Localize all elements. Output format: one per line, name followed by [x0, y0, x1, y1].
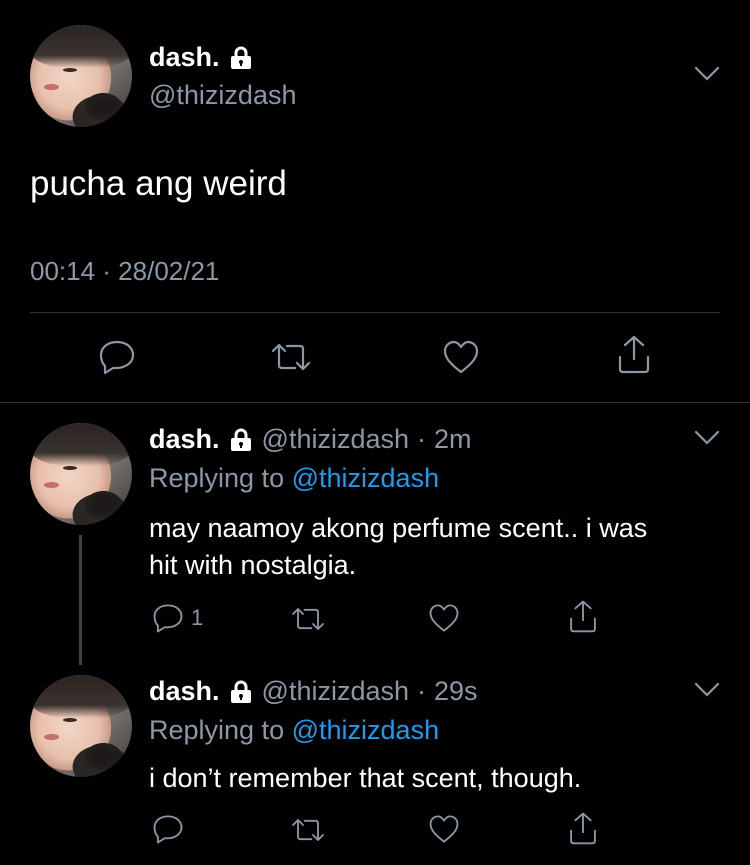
replying-to-link[interactable]: @thizizdash [292, 463, 439, 493]
reply-icon [151, 602, 185, 634]
reply-button[interactable]: 1 [151, 602, 203, 634]
like-icon[interactable] [427, 813, 461, 845]
lock-icon [230, 46, 252, 70]
author-name[interactable]: dash. [149, 676, 220, 707]
avatar[interactable] [30, 423, 132, 525]
chevron-down-icon[interactable] [694, 682, 720, 698]
replying-to-label: Replying to [149, 463, 285, 493]
thread-line [79, 535, 82, 665]
reply-icon[interactable] [151, 813, 185, 845]
tweet-text-line: may naamoy akong perfume scent.. i was [149, 513, 648, 543]
tweet-text: pucha ang weird [30, 164, 287, 203]
author-name[interactable]: dash. [149, 424, 220, 455]
like-icon[interactable] [427, 602, 461, 634]
share-icon[interactable] [566, 598, 600, 634]
replying-to-link[interactable]: @thizizdash [292, 715, 439, 745]
reply-count: 1 [191, 605, 204, 630]
reply-icon[interactable] [97, 338, 137, 376]
divider [0, 402, 750, 403]
relative-time[interactable]: 2m [434, 424, 472, 455]
author-name[interactable]: dash. [149, 42, 220, 73]
replying-to-label: Replying to [149, 715, 285, 745]
avatar[interactable] [30, 675, 132, 777]
chevron-down-icon[interactable] [694, 66, 720, 82]
divider [30, 312, 720, 313]
time-separator: · [417, 676, 427, 706]
lock-icon [230, 428, 252, 452]
tweet-text-line: hit with nostalgia. [149, 550, 357, 580]
author-handle[interactable]: @thizizdash [149, 80, 296, 111]
like-icon[interactable] [441, 338, 481, 376]
share-icon[interactable] [614, 333, 654, 375]
retweet-icon[interactable] [289, 815, 327, 845]
lock-icon [230, 680, 252, 704]
avatar[interactable] [30, 25, 132, 127]
relative-time[interactable]: 29s [434, 676, 478, 707]
author-handle[interactable]: @thizizdash [262, 676, 409, 707]
share-icon[interactable] [566, 810, 600, 846]
timestamp[interactable]: 00:14 · 28/02/21 [30, 256, 219, 287]
time-separator: · [417, 424, 427, 454]
retweet-icon[interactable] [289, 604, 327, 634]
chevron-down-icon[interactable] [694, 430, 720, 446]
author-handle[interactable]: @thizizdash [262, 424, 409, 455]
retweet-icon[interactable] [269, 339, 313, 375]
tweet-text-line: i don’t remember that scent, though. [149, 763, 582, 793]
